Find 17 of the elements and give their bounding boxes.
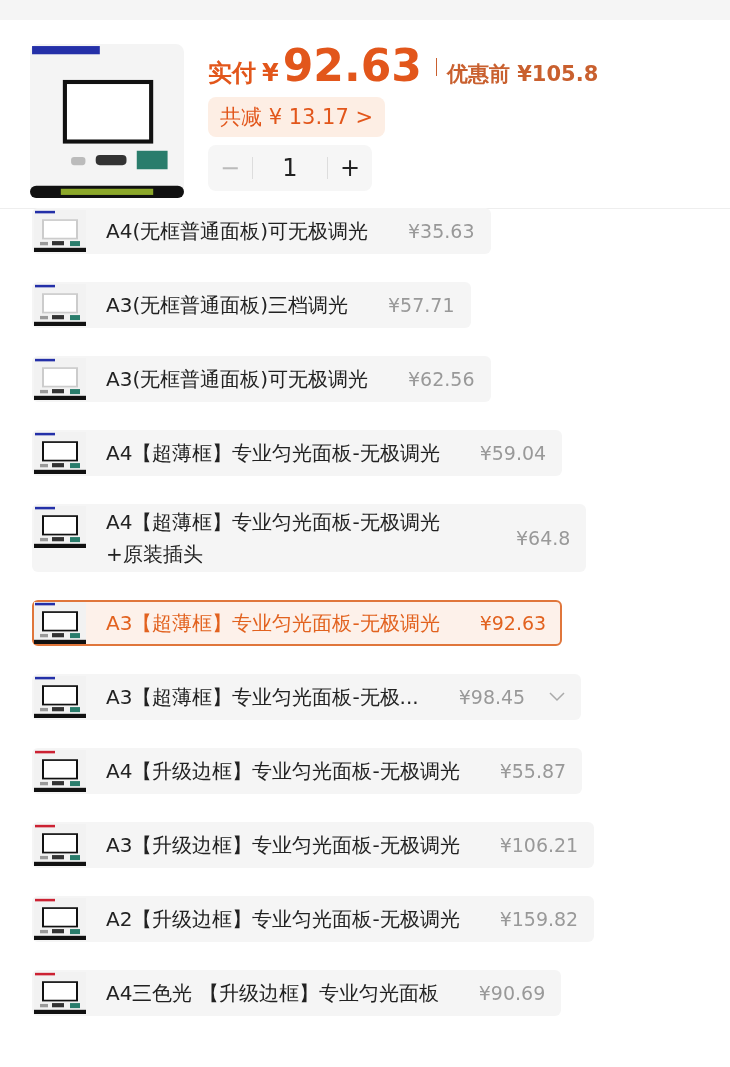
paid-label: 实付: [208, 58, 256, 89]
option-chip[interactable]: A4(无框普通面板)可无极调光 ¥35.63: [32, 208, 491, 254]
option-chip[interactable]: A4【超薄框】专业匀光面板-无极调光+原装插头 ¥64.8: [32, 504, 587, 572]
paid-amount: 92.63: [282, 44, 422, 88]
option-chip[interactable]: A3(无框普通面板)可无极调光 ¥62.56: [32, 356, 491, 402]
quantity-value[interactable]: 1: [253, 154, 327, 182]
option-chip[interactable]: A2【升级边框】专业匀光面板-无极调光 ¥159.82: [32, 896, 595, 942]
option-chip[interactable]: A3【升级边框】专业匀光面板-无极调光 ¥106.21: [32, 822, 595, 868]
option-chip[interactable]: A4【升级边框】专业匀光面板-无极调光 ¥55.87: [32, 748, 583, 794]
chevron-down-icon[interactable]: [549, 692, 566, 702]
original-price: 优惠前 ¥105.8: [446, 61, 599, 88]
option-chip[interactable]: A4【超薄框】专业匀光面板-无极调光 ¥59.04: [32, 430, 563, 476]
currency-sign: ¥: [262, 59, 279, 87]
option-chip[interactable]: A3【超薄框】专业匀光面板-无极... ¥98.45: [32, 674, 582, 720]
plus-button[interactable]: +: [328, 145, 372, 191]
option-chip[interactable]: A3(无框普通面板)三档调光 ¥57.71: [32, 282, 471, 328]
option-chip[interactable]: A4三色光 【升级边框】专业匀光面板 ¥90.69: [32, 970, 562, 1016]
